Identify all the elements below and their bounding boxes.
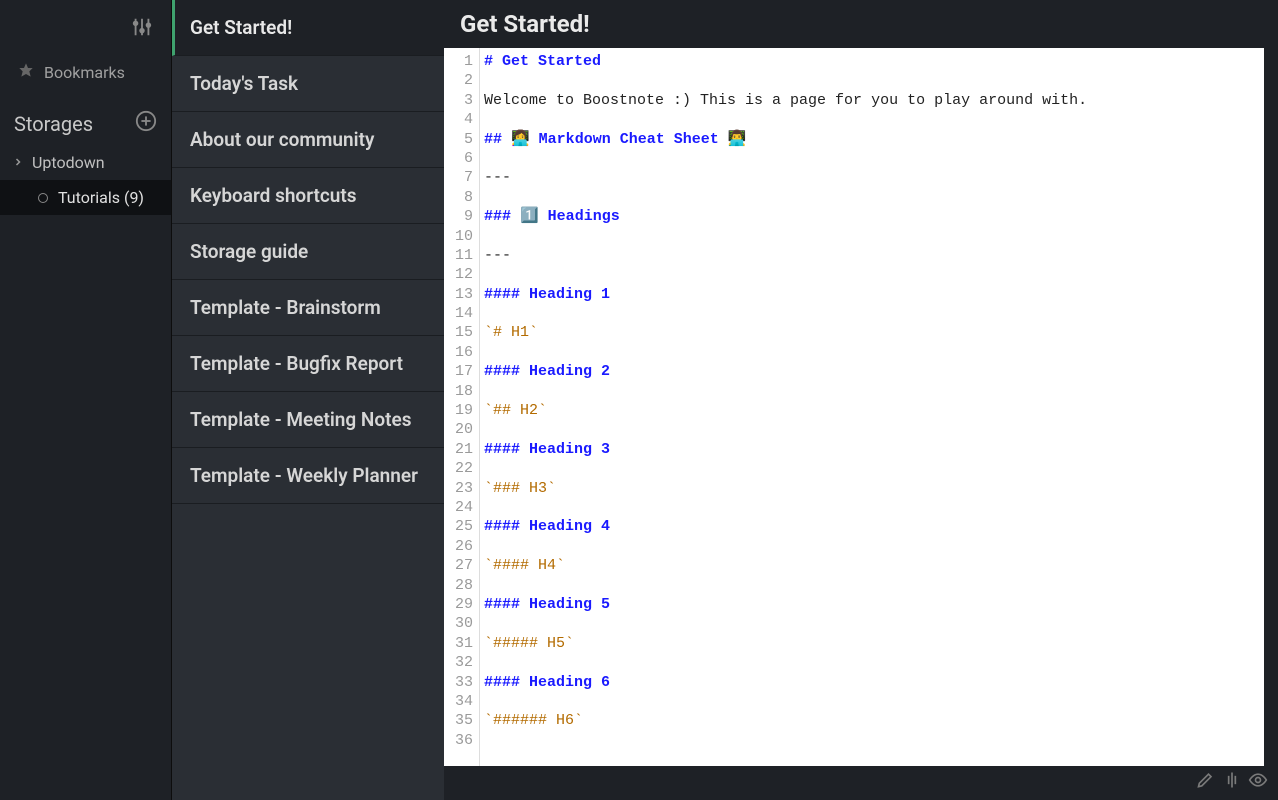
split-mode-icon[interactable] xyxy=(1222,770,1242,794)
note-title[interactable]: Get Started! xyxy=(444,0,1278,48)
chevron-right-icon xyxy=(12,153,24,172)
editor-pane: Get Started! 123456789101112131415161718… xyxy=(444,0,1278,800)
line-gutter: 1234567891011121314151617181920212223242… xyxy=(444,48,480,766)
bookmarks-nav[interactable]: Bookmarks xyxy=(0,52,171,92)
bookmarks-label: Bookmarks xyxy=(44,63,125,82)
code-content[interactable]: # Get Started Welcome to Boostnote :) Th… xyxy=(480,48,1264,766)
note-item[interactable]: About our community xyxy=(172,112,444,168)
preferences-icon[interactable] xyxy=(131,16,153,42)
code-editor[interactable]: 1234567891011121314151617181920212223242… xyxy=(444,48,1264,766)
note-item[interactable]: Template - Brainstorm xyxy=(172,280,444,336)
sidebar-top xyxy=(0,10,171,52)
folder-tutorials[interactable]: Tutorials (9) xyxy=(0,180,171,215)
note-item[interactable]: Template - Weekly Planner xyxy=(172,448,444,504)
storage-uptodown[interactable]: Uptodown xyxy=(0,145,171,180)
add-storage-icon[interactable] xyxy=(135,110,157,137)
note-list: Get Started!Today's TaskAbout our commun… xyxy=(172,0,444,800)
star-icon xyxy=(18,62,34,82)
note-item[interactable]: Template - Meeting Notes xyxy=(172,392,444,448)
note-item[interactable]: Today's Task xyxy=(172,56,444,112)
preview-mode-icon[interactable] xyxy=(1248,770,1268,794)
folder-icon xyxy=(38,193,48,203)
edit-mode-icon[interactable] xyxy=(1196,770,1216,794)
note-item[interactable]: Get Started! xyxy=(172,0,444,56)
note-item[interactable]: Template - Bugfix Report xyxy=(172,336,444,392)
sidebar: Bookmarks Storages Uptodown Tutorials (9… xyxy=(0,0,172,800)
note-item[interactable]: Keyboard shortcuts xyxy=(172,168,444,224)
storages-header: Storages xyxy=(0,92,171,145)
note-item[interactable]: Storage guide xyxy=(172,224,444,280)
storage-name: Uptodown xyxy=(32,153,105,172)
bottom-toolbar xyxy=(1196,770,1268,794)
storages-label: Storages xyxy=(14,112,93,136)
folder-label: Tutorials (9) xyxy=(58,188,144,207)
